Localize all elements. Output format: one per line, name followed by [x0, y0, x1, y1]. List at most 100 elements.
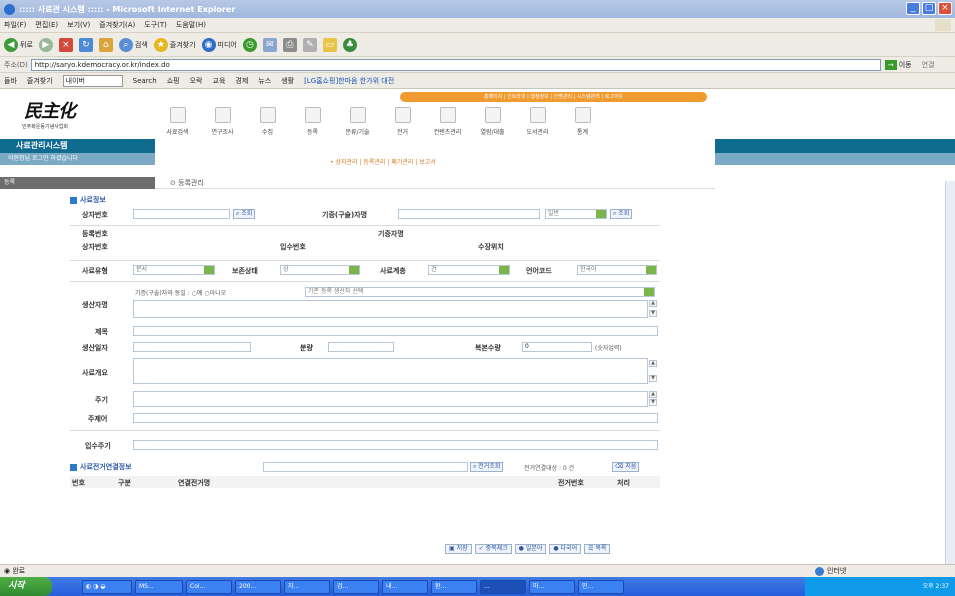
title-input[interactable] [133, 326, 658, 336]
links-naver[interactable]: 내이버 [62, 74, 123, 87]
links-ad[interactable]: [LG홈쇼핑]한마음 한가위 대전 [304, 76, 394, 86]
task-item[interactable]: 내... [382, 579, 428, 594]
task-item[interactable]: 자... [284, 579, 330, 594]
start-button[interactable]: 시작 [0, 577, 52, 596]
radio-no[interactable]: ○아니오 [204, 290, 226, 297]
qty-input[interactable] [328, 342, 394, 352]
japanese-button[interactable]: ● 일본어 [514, 544, 547, 554]
menu-research[interactable]: 연구조사 [200, 107, 245, 136]
scroll-up-button[interactable]: ▲ [649, 391, 657, 398]
normal-select[interactable]: 일반 [545, 209, 607, 219]
menu-help[interactable]: 도움말(H) [176, 20, 206, 30]
input-note-input[interactable] [133, 440, 658, 450]
menu-authority[interactable]: 전거 [380, 107, 425, 136]
task-item[interactable]: 마... [529, 579, 575, 594]
task-item[interactable]: 민... [578, 579, 624, 594]
multilang-button[interactable]: ● 다국어 [549, 544, 582, 554]
links-toolbar-item[interactable]: 들바 [4, 76, 17, 86]
scroll-down-button[interactable]: ▼ [649, 375, 657, 382]
task-item-active[interactable]: ... [480, 579, 526, 594]
links-label[interactable]: 연결 [922, 60, 935, 70]
go-button[interactable]: → 이동 [884, 59, 912, 70]
copies-input[interactable]: 0 [522, 342, 592, 352]
links-economy[interactable]: 경제 [235, 76, 248, 86]
back-button[interactable]: ◀ 뒤로 [4, 37, 33, 52]
folder-button[interactable]: ▭ [322, 37, 337, 52]
media-button[interactable]: ◉ 미디어 [201, 37, 237, 52]
menu-favorites[interactable]: 즐겨찾기(A) [99, 20, 135, 30]
close-button[interactable]: × [938, 2, 952, 15]
page-scrollbar[interactable] [945, 181, 955, 564]
condition-select[interactable]: 상 [280, 265, 360, 275]
edit-button[interactable]: ✎ [302, 37, 317, 52]
task-item[interactable]: MS... [135, 579, 183, 594]
list-button[interactable]: ☰ 목록 [584, 544, 611, 554]
scroll-up-button[interactable]: ▲ [649, 360, 657, 367]
address-input[interactable]: http://saryo.kdemocracy.or.kr/index.do [30, 58, 881, 71]
menu-collection[interactable]: 수집 [245, 107, 290, 136]
refresh-button[interactable]: ↻ [78, 37, 93, 52]
donor-search-button[interactable]: ⌕ 조회 [610, 209, 633, 219]
search-button[interactable]: ⌕ 검색 [118, 37, 148, 52]
scroll-up-button[interactable]: ▲ [649, 300, 657, 307]
breadcrumb: ⊙ 등록관리 [170, 179, 204, 187]
menu-registration[interactable]: 등록 [290, 107, 335, 136]
menu-file[interactable]: 파일(F) [4, 20, 26, 30]
donor-input[interactable] [398, 209, 540, 219]
links-shopping[interactable]: 쇼핑 [167, 76, 180, 86]
authority-search-button[interactable]: ⌕ 전거조회 [470, 462, 504, 472]
creator-select[interactable]: 기존 등록 생산자 선택 [305, 287, 655, 297]
history-button[interactable]: ◷ [242, 37, 257, 52]
box-no-input[interactable] [133, 209, 230, 219]
menu-classification[interactable]: 분류/기술 [335, 107, 380, 136]
top-nav[interactable]: 홈페이지 | 인트라넷 | 행정정보 | 인명관리 | 시스템관리 | 로그아웃 [400, 92, 707, 102]
menu-statistics[interactable]: 통계 [560, 107, 605, 136]
keyword-input[interactable] [133, 413, 658, 423]
date-input[interactable] [133, 342, 251, 352]
task-item[interactable]: Col... [186, 579, 232, 594]
menu-edit[interactable]: 편집(E) [35, 20, 58, 30]
box-search-button[interactable]: ⌕ 조회 [233, 209, 256, 219]
task-item[interactable]: 200... [235, 579, 281, 594]
duplicate-check-button[interactable]: ✓ 중복체크 [474, 544, 512, 554]
mail-button[interactable]: ✉ [262, 37, 277, 52]
links-search[interactable]: Search [133, 77, 157, 85]
menu-view[interactable]: 보기(V) [67, 20, 90, 30]
stop-button[interactable]: × [58, 37, 73, 52]
links-education[interactable]: 교육 [213, 76, 226, 86]
links-news[interactable]: 뉴스 [258, 76, 271, 86]
quicklaunch[interactable]: ◐ ◑ ◒ [82, 579, 132, 594]
level-select[interactable]: 건 [428, 265, 510, 275]
summary-textarea[interactable] [133, 358, 648, 384]
menu-contents[interactable]: 컨텐츠관리 [425, 107, 470, 136]
sub-nav[interactable]: • 상자관리 | 등록관리 | 폐기관리 | 보고서 [330, 157, 436, 166]
home-button[interactable]: ⌂ [98, 37, 113, 52]
delete-button[interactable]: ⌫ 지움 [612, 462, 640, 472]
lang-select[interactable]: 한국어 [577, 265, 657, 275]
menu-loan[interactable]: 열람/대출 [470, 107, 515, 136]
bullet-icon [70, 196, 77, 204]
links-life[interactable]: 생활 [281, 76, 294, 86]
messenger-button[interactable]: ♣ [342, 37, 357, 52]
forward-button[interactable]: ▶ [38, 37, 53, 52]
creator-textarea[interactable] [133, 300, 648, 318]
menu-saryo-search[interactable]: 사료검색 [155, 107, 200, 136]
scroll-down-button[interactable]: ▼ [649, 310, 657, 317]
maximize-button[interactable]: □ [922, 2, 936, 15]
type-select[interactable]: 문서 [133, 265, 215, 275]
save-button[interactable]: ▣ 저장 [445, 544, 472, 554]
task-item[interactable]: 환... [431, 579, 477, 594]
authority-input[interactable] [263, 462, 468, 472]
links-favorites[interactable]: 즐겨찾기 [27, 76, 53, 86]
scroll-down-button[interactable]: ▼ [649, 399, 657, 406]
links-entertainment[interactable]: 오락 [190, 76, 203, 86]
menu-tools[interactable]: 도구(T) [144, 20, 167, 30]
minimize-button[interactable]: _ [906, 2, 920, 15]
radio-yes[interactable]: ○예 [192, 290, 203, 297]
task-item[interactable]: 검... [333, 579, 379, 594]
note-textarea[interactable] [133, 391, 648, 407]
menu-library[interactable]: 도서관리 [515, 107, 560, 136]
print-button[interactable]: ⎙ [282, 37, 297, 52]
site-logo[interactable]: 民主化 민주화운동기념사업회 [0, 89, 155, 139]
favorites-button[interactable]: ★ 즐겨찾기 [153, 37, 196, 52]
